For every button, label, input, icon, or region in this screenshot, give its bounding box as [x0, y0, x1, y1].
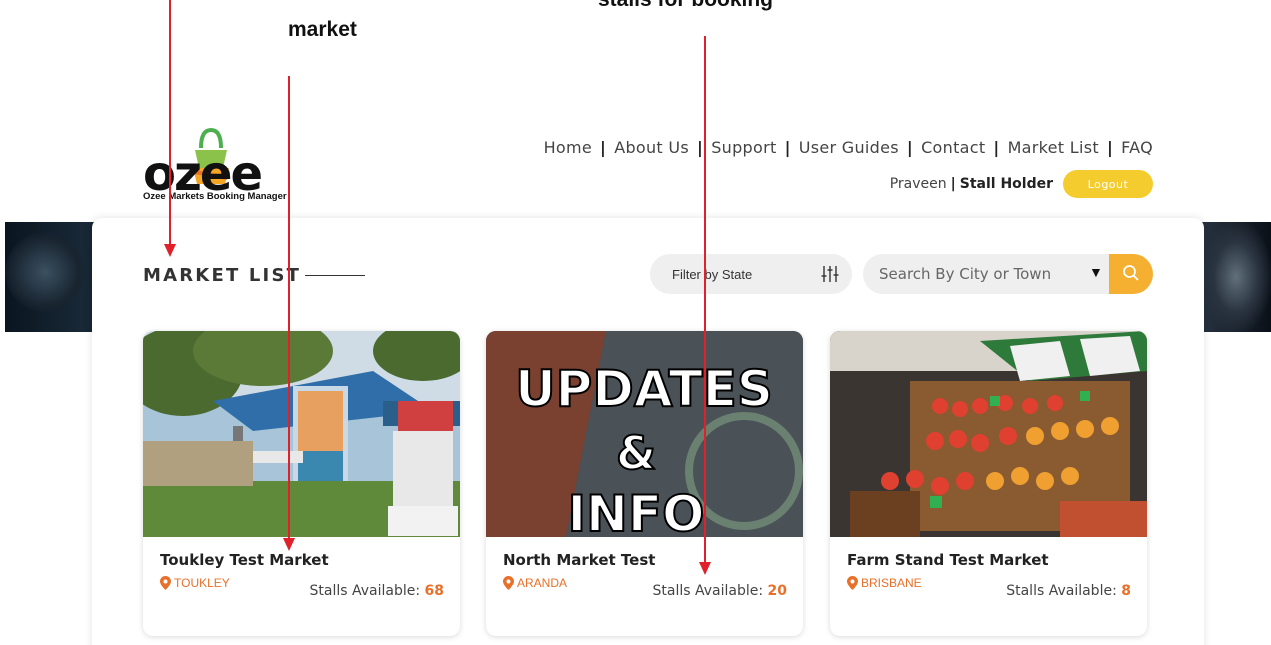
user-info: Praveen | Stall Holder Logout	[890, 170, 1153, 198]
sliders-icon	[821, 266, 839, 282]
nav-user-guides[interactable]: User Guides	[799, 138, 899, 157]
filter-by-state-dropdown[interactable]: Filter by State	[650, 254, 852, 294]
nav-home[interactable]: Home	[544, 138, 592, 157]
search-box: ▼	[863, 254, 1153, 294]
image-text-info: INFO	[567, 485, 704, 537]
market-name: North Market Test	[503, 551, 656, 569]
nav-market-list[interactable]: Market List	[1008, 138, 1099, 157]
search-input[interactable]	[879, 254, 1089, 294]
annotation-arrowhead-title	[164, 244, 176, 257]
nav-about-us[interactable]: About Us	[614, 138, 689, 157]
market-location: BRISBANE	[847, 576, 922, 590]
stalls-count: 68	[424, 583, 444, 599]
search-icon	[1123, 264, 1139, 281]
annotation-market: market	[288, 18, 357, 41]
user-role: Stall Holder	[959, 176, 1053, 192]
stalls-count: 20	[767, 583, 787, 599]
user-name: Praveen	[889, 176, 947, 192]
market-photo-toukley	[143, 331, 460, 537]
nav-faq[interactable]: FAQ	[1121, 138, 1153, 157]
page-title: MARKET LIST	[143, 265, 366, 286]
nav-contact[interactable]: Contact	[921, 138, 985, 157]
logo-tagline: Ozee Markets Booking Manager	[143, 191, 287, 202]
user-separator: |	[950, 176, 956, 192]
main-nav: Home | About Us | Support | User Guides | Co…	[543, 138, 1153, 157]
annotation-arrowhead-stalls	[699, 562, 711, 575]
site-logo[interactable]: ozee Ozee Markets Booking Manager	[143, 128, 303, 203]
stalls-available: Stalls Available: 20	[652, 583, 787, 599]
market-photo-north: UPDATES & INFO	[486, 331, 803, 537]
market-name: Farm Stand Test Market	[847, 551, 1049, 569]
stalls-available: Stalls Available: 68	[309, 583, 444, 599]
market-location: ARANDA	[503, 576, 567, 590]
map-pin-icon	[503, 576, 514, 590]
market-photo-farm-stand	[830, 331, 1147, 537]
filter-label: Filter by State	[672, 266, 753, 282]
market-card-toukley[interactable]: Toukley Test Market TOUKLEY Stalls Avail…	[143, 331, 460, 636]
market-name: Toukley Test Market	[160, 551, 329, 569]
market-location: TOUKLEY	[160, 576, 230, 590]
annotation-arrowhead-market	[283, 538, 295, 551]
annotation-arrow-title	[169, 0, 171, 245]
market-card-farm-stand[interactable]: Farm Stand Test Market BRISBANE Stalls A…	[830, 331, 1147, 636]
annotation-arrow-market	[288, 76, 290, 540]
chevron-down-icon[interactable]: ▼	[1089, 264, 1103, 280]
map-pin-icon	[160, 576, 171, 590]
image-text-amp: &	[616, 426, 656, 480]
market-card-north[interactable]: UPDATES & INFO North Market Test ARANDA …	[486, 331, 803, 636]
annotation-arrow-stalls	[704, 36, 706, 564]
logout-button[interactable]: Logout	[1063, 170, 1153, 198]
stalls-available: Stalls Available: 8	[1006, 583, 1131, 599]
image-text-updates: UPDATES	[515, 360, 773, 418]
map-pin-icon	[847, 576, 858, 590]
annotation-stalls-for-booking: stalls for booking	[598, 0, 773, 12]
search-button[interactable]	[1109, 254, 1153, 294]
nav-support[interactable]: Support	[711, 138, 776, 157]
stalls-count: 8	[1121, 583, 1131, 599]
